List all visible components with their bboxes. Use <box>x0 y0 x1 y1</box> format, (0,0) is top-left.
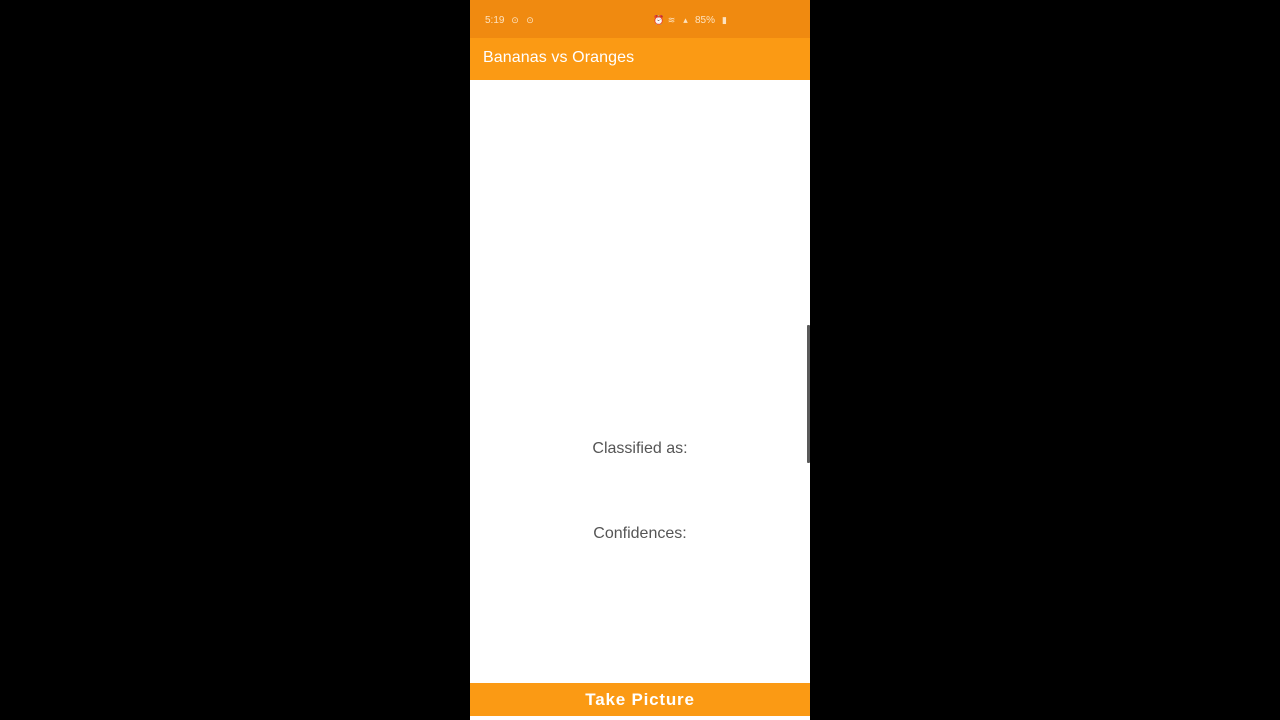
scrollbar[interactable] <box>807 325 810 463</box>
notification-icon: ⊙ <box>511 15 519 25</box>
status-bar-left: 5:19 ⊙ ⊙ <box>485 15 534 26</box>
phone-screen: 5:19 ⊙ ⊙ ⏰ ≋ ▴ 85% ▮ Bananas vs Oranges … <box>470 0 810 720</box>
app-title: Bananas vs Oranges <box>483 49 635 66</box>
status-bar-right: ⏰ ≋ ▴ 85% ▮ <box>653 15 729 26</box>
battery-icon: ▮ <box>722 15 727 25</box>
status-bar: 5:19 ⊙ ⊙ ⏰ ≋ ▴ 85% ▮ <box>470 0 810 38</box>
image-preview <box>470 80 810 420</box>
take-picture-button[interactable]: Take Picture <box>470 683 810 716</box>
notification-icon: ⊙ <box>526 15 534 25</box>
alarm-icon: ⏰ <box>653 15 665 25</box>
signal-icon: ▴ <box>683 15 688 25</box>
main-content: Classified as: Confidences: <box>470 80 810 683</box>
classified-as-label: Classified as: <box>592 440 688 457</box>
screen-recording-frame: 5:19 ⊙ ⊙ ⏰ ≋ ▴ 85% ▮ Bananas vs Oranges … <box>0 0 1280 720</box>
status-time: 5:19 <box>485 15 505 26</box>
confidences-label: Confidences: <box>593 525 687 542</box>
battery-percentage: 85% <box>695 15 716 26</box>
bottom-edge <box>470 716 810 720</box>
app-bar: Bananas vs Oranges <box>470 38 810 80</box>
wifi-icon: ≋ <box>667 15 676 25</box>
